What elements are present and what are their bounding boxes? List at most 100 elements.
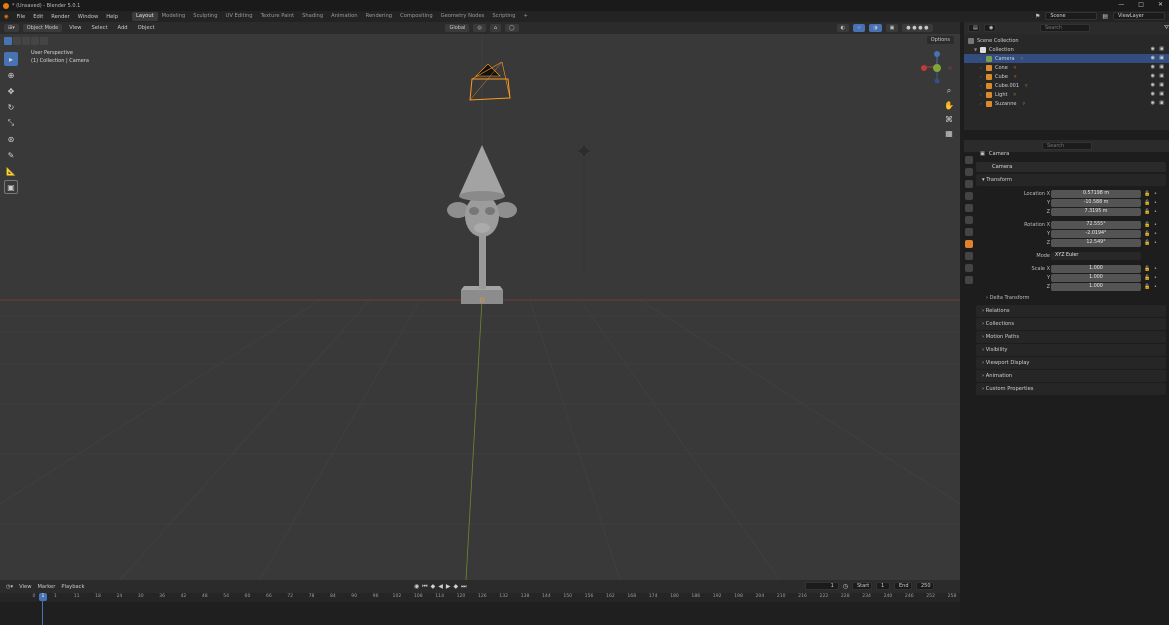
timeline-menu-marker[interactable]: Marker [37,584,55,590]
menu-window[interactable]: Window [74,14,102,20]
camera-object[interactable] [469,61,511,101]
panel-relations[interactable]: › Relations [976,305,1166,317]
tab-layout[interactable]: Layout [132,12,158,21]
close-button[interactable]: ✕ [1158,1,1163,8]
jump-end-icon[interactable]: ⏭ [461,583,466,591]
rotation-z-field[interactable]: 12.549° [1051,239,1141,247]
outliner-editor-type-icon[interactable]: ▤ [968,24,980,32]
transform-panel-header[interactable]: ▾ Transform [976,174,1166,186]
jump-start-icon[interactable]: ⏮ [422,583,427,591]
lock-icon[interactable]: 🔓 [1144,222,1150,228]
proportional-edit-icon[interactable]: ◯ [505,24,519,32]
world-tab-icon[interactable] [965,216,973,224]
eye-icon[interactable]: ◉ [1151,55,1155,61]
tab-uv-editing[interactable]: UV Editing [222,12,257,21]
panel-custom-properties[interactable]: › Custom Properties [976,383,1166,395]
keyframe-dot-icon[interactable]: • [1154,275,1157,281]
options-dropdown[interactable]: Options [926,36,954,44]
tool-tab-icon[interactable] [965,156,973,164]
output-tab-icon[interactable] [965,180,973,188]
tab-texture-paint[interactable]: Texture Paint [257,12,298,21]
select-intersect-icon[interactable] [40,37,48,45]
menu-view[interactable]: View [66,25,84,31]
overlay-icon[interactable]: ◑ [869,24,882,32]
menu-edit[interactable]: Edit [29,14,47,20]
3d-viewport[interactable]: User Perspective (1) Collection | Camera… [0,34,960,580]
preview-range-icon[interactable]: ◷ [843,583,848,590]
outliner-search-input[interactable]: Search [1040,24,1090,32]
delta-transform-subpanel[interactable]: › Delta Transform [976,292,1166,304]
editor-type-button[interactable]: ⊞▾ [4,24,19,32]
outliner-item-cone[interactable]: › Cone ▿ ◉ ▣ [964,63,1169,72]
render-camera-icon[interactable]: ▣ [1159,82,1164,88]
lock-icon[interactable]: 🔓 [1144,231,1150,237]
lock-icon[interactable]: 🔓 [1144,240,1150,246]
view-layer-tab-icon[interactable] [965,192,973,200]
menu-object[interactable]: Object [135,25,158,31]
collection-tab-icon[interactable] [965,228,973,236]
keyframe-dot-icon[interactable]: • [1154,209,1157,215]
camera-view-icon[interactable]: ⌘ [945,115,953,124]
select-invert-icon[interactable] [31,37,39,45]
outliner-item-cube-001[interactable]: › Cube.001 ▿ ◉ ▣ [964,81,1169,90]
snap-icon[interactable]: ⌂ [489,24,501,32]
panel-motion-paths[interactable]: › Motion Paths [976,331,1166,343]
keyframe-dot-icon[interactable]: • [1154,191,1157,197]
eye-icon[interactable]: ◉ [1151,73,1155,79]
outliner-item-cube[interactable]: › Cube ▿ ◉ ▣ [964,72,1169,81]
lock-icon[interactable]: 🔓 [1144,284,1150,290]
timeline[interactable]: 0 1 11 18 24 30 36 42 48 54 60 66 72 78 84 90 96 102 108 11… [0,593,960,625]
select-subtract-icon[interactable] [22,37,30,45]
rotation-mode-dropdown[interactable]: XYZ Euler [1051,252,1141,260]
cone-object[interactable] [459,145,505,201]
tab-compositing[interactable]: Compositing [396,12,437,21]
lock-icon[interactable]: 🔓 [1144,266,1150,272]
tab-geometry-nodes[interactable]: Geometry Nodes [437,12,489,21]
add-cube-tool-icon[interactable]: ▣ [4,180,18,194]
outliner-item-light[interactable]: › Light ▿ ◉ ▣ [964,90,1169,99]
keyframe-dot-icon[interactable]: • [1154,222,1157,228]
location-x-field[interactable]: 0.57198 m [1051,190,1141,198]
next-keyframe-icon[interactable]: ◆ [454,583,459,591]
location-z-field[interactable]: 7.3195 m [1051,208,1141,216]
viewlayer-selector[interactable]: ViewLayer [1113,12,1165,20]
rotation-x-field[interactable]: 72.555° [1051,221,1141,229]
filter-icon[interactable]: ⛛ [1164,24,1169,32]
light-object[interactable] [578,145,590,274]
tab-rendering[interactable]: Rendering [362,12,397,21]
lock-icon[interactable]: 🔓 [1144,275,1150,281]
tab-animation[interactable]: Animation [327,12,361,21]
shading-mode-icon[interactable]: ● ● ● ● [902,24,933,32]
keyframe-dot-icon[interactable]: • [1154,266,1157,272]
visibility-icon[interactable]: ◐ [836,24,849,32]
xray-icon[interactable]: ▣ [885,24,899,32]
timeline-editor-type-icon[interactable]: ◷▾ [6,584,13,590]
render-camera-icon[interactable]: ▣ [1159,55,1164,61]
scene-tab-icon[interactable] [965,204,973,212]
constraints-tab-icon[interactable] [965,264,973,272]
render-camera-icon[interactable]: ▣ [1159,100,1164,106]
select-extend-icon[interactable] [13,37,21,45]
eye-icon[interactable]: ◉ [1151,46,1155,52]
eye-icon[interactable]: ◉ [1151,82,1155,88]
keyframe-dot-icon[interactable]: • [1154,200,1157,206]
render-camera-icon[interactable]: ▣ [1159,46,1164,52]
timeline-menu-view[interactable]: View [19,584,31,590]
select-new-icon[interactable] [4,37,12,45]
render-camera-icon[interactable]: ▣ [1159,73,1164,79]
pivot-icon[interactable]: ◎ [473,24,486,32]
navigation-gizmo[interactable] [920,50,954,84]
frame-ruler[interactable]: 0 1 11 18 24 30 36 42 48 54 60 66 72 78 84 90 96 102 108 11… [0,593,960,602]
object-tab-icon[interactable] [965,240,973,248]
render-camera-icon[interactable]: ▣ [1159,91,1164,97]
object-name-field[interactable]: Camera [976,162,1166,172]
eye-icon[interactable]: ◉ [1151,100,1155,106]
location-y-field[interactable]: -10.588 m [1051,199,1141,207]
scale-z-field[interactable]: 1.000 [1051,283,1141,291]
lock-icon[interactable]: 🔓 [1144,200,1150,206]
start-frame-field[interactable]: 1 [876,582,890,590]
display-mode-icon[interactable]: ◉ [984,24,996,32]
auto-keying-icon[interactable]: ◉ [414,583,419,591]
transform-tool-icon[interactable]: ⊛ [4,132,18,146]
scene-selector[interactable]: Scene [1045,12,1098,20]
